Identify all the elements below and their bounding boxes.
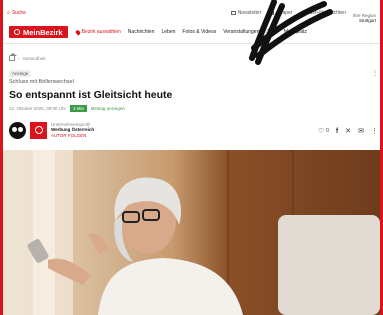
logo-text: MeinBezirk: [23, 27, 63, 37]
heart-icon[interactable]: ♡: [318, 127, 324, 135]
article-date: 22. Oktober 2025, 09:00 Uhr: [9, 106, 67, 111]
logo-icon: [14, 29, 20, 35]
author-avatar[interactable]: [30, 121, 47, 139]
nav-item-fotos[interactable]: Fotos & Videos: [182, 29, 216, 35]
pin-icon: [74, 28, 81, 36]
show-article-link[interactable]: Beitrag anzeigen: [91, 106, 125, 111]
author-name[interactable]: Werbung Österreich: [51, 127, 94, 133]
handwritten-scribble: [249, 0, 333, 65]
more-icon[interactable]: ⋮: [372, 70, 378, 77]
nav-item-nachrichten[interactable]: Nachrichten: [128, 29, 155, 35]
nav-item-leben[interactable]: Leben: [161, 29, 175, 35]
newsletter-icon: [230, 11, 236, 15]
read-time-badge: 3 Min: [70, 105, 88, 112]
hero-illustration: [3, 150, 380, 315]
author-row: Unternehmensprofil Werbung Österreich Au…: [9, 121, 94, 139]
facebook-icon[interactable]: f: [336, 128, 338, 135]
search-icon: ⌕: [7, 10, 10, 16]
share-actions: ♡ 0 f ✕ ✉ ⋮: [318, 127, 378, 136]
x-icon[interactable]: ✕: [345, 127, 351, 135]
search-label: Suche: [11, 10, 26, 16]
article-kicker: Schluss mit Brillenwechsel: [9, 79, 74, 85]
brand-icon: [34, 126, 43, 134]
like-count: 0: [326, 128, 329, 134]
profile-icon[interactable]: [9, 121, 26, 139]
breadcrumb: › Gesundheit: [8, 53, 46, 61]
author-info: Unternehmensprofil Werbung Österreich Au…: [51, 122, 94, 139]
logo[interactable]: MeinBezirk: [9, 26, 68, 38]
article-meta: 22. Oktober 2025, 09:00 Uhr 3 Min Beitra…: [9, 105, 125, 112]
share-more-icon[interactable]: ⋮: [371, 127, 378, 135]
bezirk-button[interactable]: Bezirk auswählen: [74, 28, 121, 36]
region-value: Stuttgart: [358, 18, 376, 23]
breadcrumb-item[interactable]: Gesundheit: [23, 56, 46, 61]
search-link[interactable]: ⌕ Suche: [7, 10, 26, 16]
bezirk-label: Bezirk auswählen: [81, 29, 121, 35]
breadcrumb-separator: ›: [18, 56, 20, 61]
region-selector[interactable]: Ihre Region Stuttgart: [353, 13, 376, 23]
ad-badge: Anzeige: [9, 70, 32, 77]
follow-button[interactable]: Autor folgen: [51, 133, 94, 139]
article-headline: So entspannt ist Gleitsicht heute: [9, 89, 173, 101]
mail-icon[interactable]: ✉: [358, 127, 364, 135]
article-hero-image: [3, 150, 380, 315]
home-icon[interactable]: [8, 53, 17, 61]
